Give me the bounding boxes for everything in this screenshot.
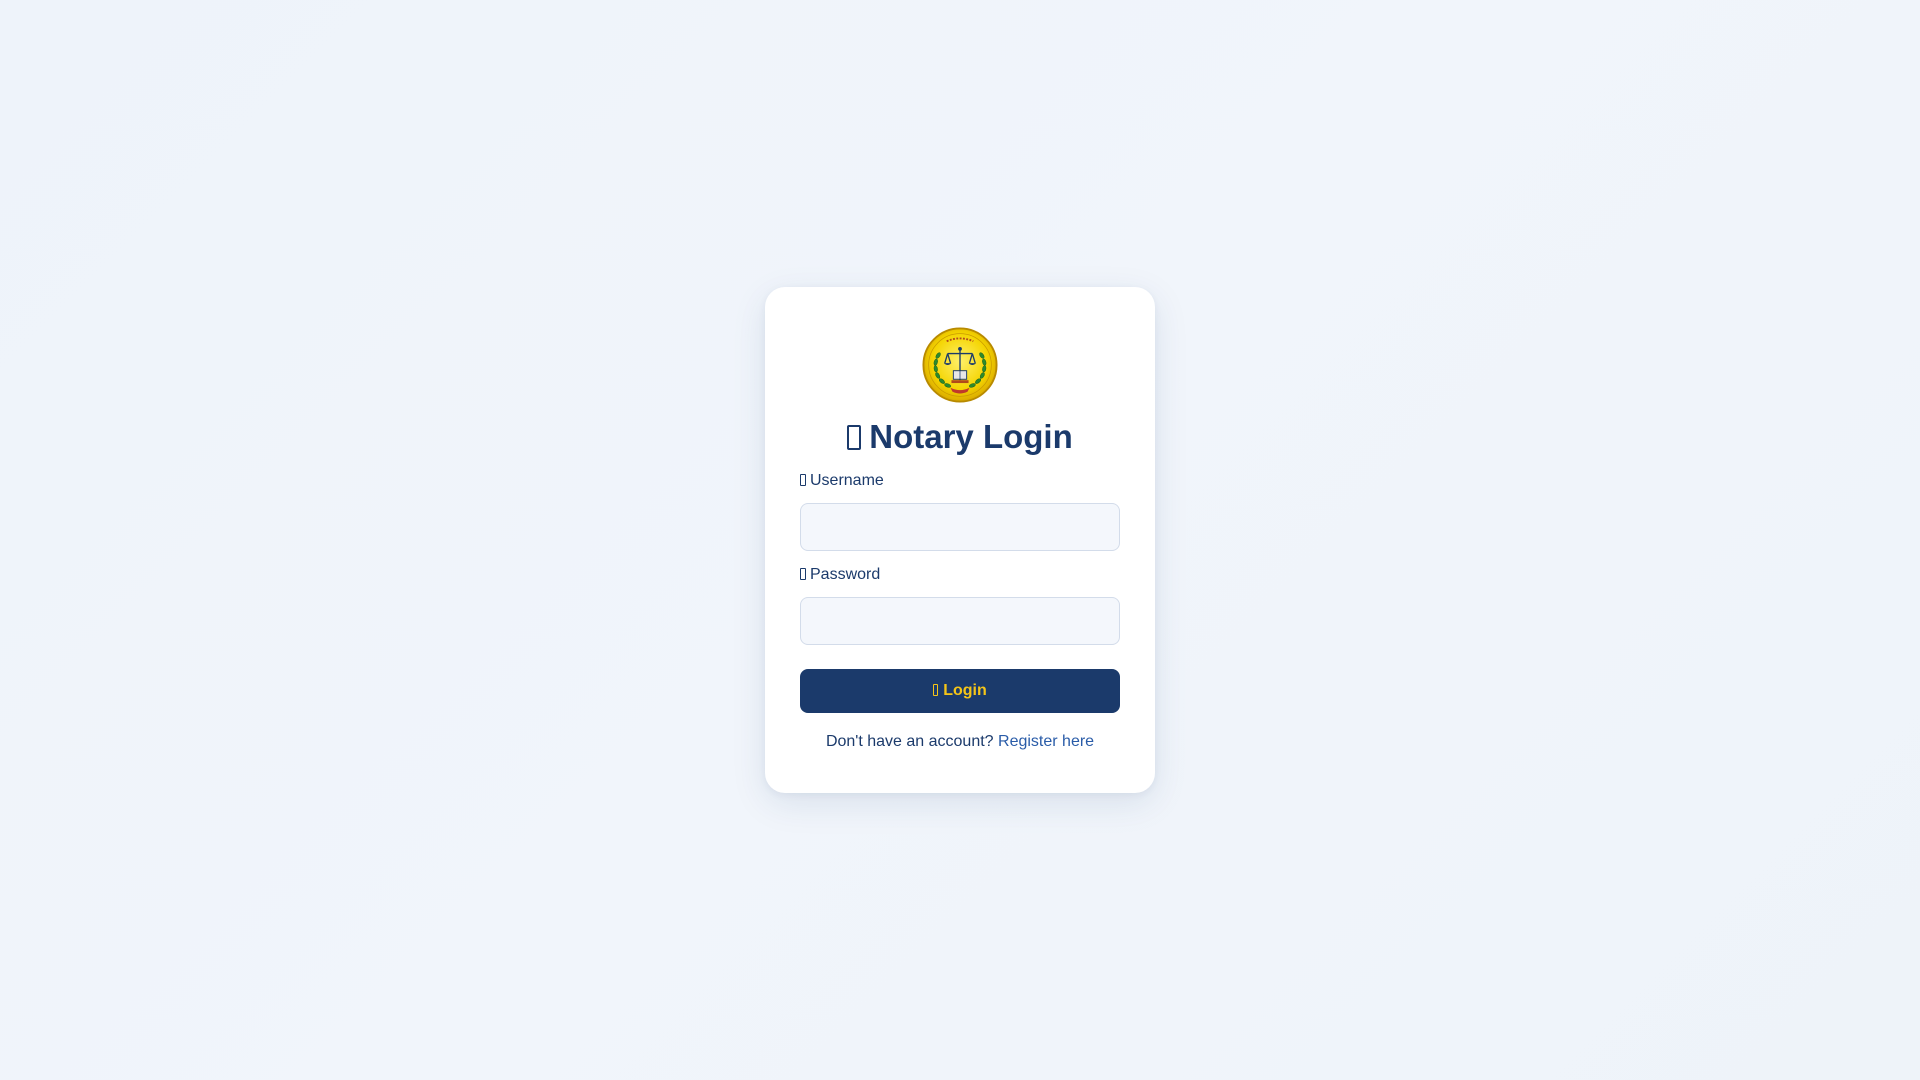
- register-prompt: Don't have an account? Register here: [800, 733, 1120, 751]
- page-title: Notary Login: [800, 417, 1120, 457]
- username-label: Username: [800, 471, 1120, 491]
- login-button[interactable]: Login: [800, 669, 1120, 713]
- user-icon: [800, 474, 806, 486]
- page-title-text: Notary Login: [869, 418, 1073, 455]
- password-group: Password: [800, 565, 1120, 645]
- register-link[interactable]: Register here: [998, 733, 1094, 750]
- username-input[interactable]: [800, 503, 1120, 551]
- sign-in-icon: [933, 684, 939, 696]
- password-label-text: Password: [810, 566, 881, 583]
- lock-icon: [800, 568, 806, 580]
- login-card: Notary Login Username Password Login Don…: [765, 287, 1155, 793]
- user-shield-icon: [847, 425, 862, 450]
- password-label: Password: [800, 565, 1120, 585]
- password-input[interactable]: [800, 597, 1120, 645]
- emblem-seal-icon: [922, 327, 998, 403]
- register-prompt-text: Don't have an account?: [825, 733, 994, 750]
- login-button-label: Login: [943, 682, 987, 699]
- username-label-text: Username: [810, 472, 884, 489]
- username-group: Username: [800, 471, 1120, 551]
